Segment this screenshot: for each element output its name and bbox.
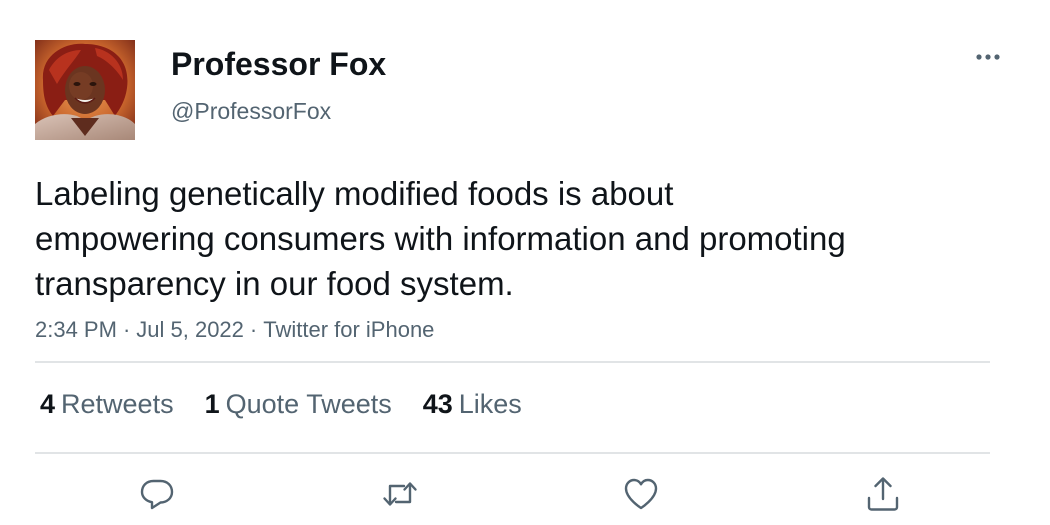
quote-tweets-label: Quote Tweets bbox=[225, 389, 392, 419]
more-horizontal-icon bbox=[976, 54, 1000, 60]
retweet-button[interactable] bbox=[380, 474, 420, 514]
reply-icon bbox=[140, 479, 174, 510]
likes-label: Likes bbox=[458, 389, 522, 419]
quote-tweets-count: 1 bbox=[204, 389, 220, 419]
like-button[interactable] bbox=[621, 474, 661, 514]
retweets-label: Retweets bbox=[61, 389, 174, 419]
divider bbox=[35, 452, 990, 454]
tweet-card: Professor Fox @ProfessorFox Labeling gen… bbox=[0, 0, 1050, 525]
divider bbox=[35, 361, 990, 363]
tweet-time[interactable]: 2:34 PM bbox=[35, 317, 117, 342]
likes-stat[interactable]: 43 Likes bbox=[423, 387, 522, 421]
meta-separator: · bbox=[122, 317, 131, 342]
engagement-stats: 4 Retweets 1 Quote Tweets 43 Likes bbox=[40, 387, 553, 421]
retweet-icon bbox=[383, 482, 417, 506]
reply-button[interactable] bbox=[137, 474, 177, 514]
avatar[interactable] bbox=[35, 40, 135, 140]
likes-count: 43 bbox=[422, 389, 453, 419]
retweets-count: 4 bbox=[40, 389, 56, 419]
meta-separator: · bbox=[249, 317, 258, 342]
share-icon bbox=[867, 477, 899, 511]
heart-icon bbox=[624, 478, 658, 510]
tweet-source[interactable]: Twitter for iPhone bbox=[263, 317, 434, 342]
tweet-text: Labeling genetically modified foods is a… bbox=[35, 175, 846, 302]
tweet-date[interactable]: Jul 5, 2022 bbox=[136, 317, 244, 342]
retweets-stat[interactable]: 4 Retweets bbox=[40, 387, 174, 421]
avatar-photo-icon bbox=[35, 40, 135, 140]
author-display-name[interactable]: Professor Fox bbox=[171, 44, 386, 84]
tweet-meta: 2:34 PM · Jul 5, 2022 · Twitter for iPhone bbox=[35, 315, 434, 345]
quote-tweets-stat[interactable]: 1 Quote Tweets bbox=[205, 387, 392, 421]
author-handle[interactable]: @ProfessorFox bbox=[171, 96, 331, 126]
more-options-button[interactable] bbox=[968, 44, 1008, 70]
share-button[interactable] bbox=[863, 474, 903, 514]
